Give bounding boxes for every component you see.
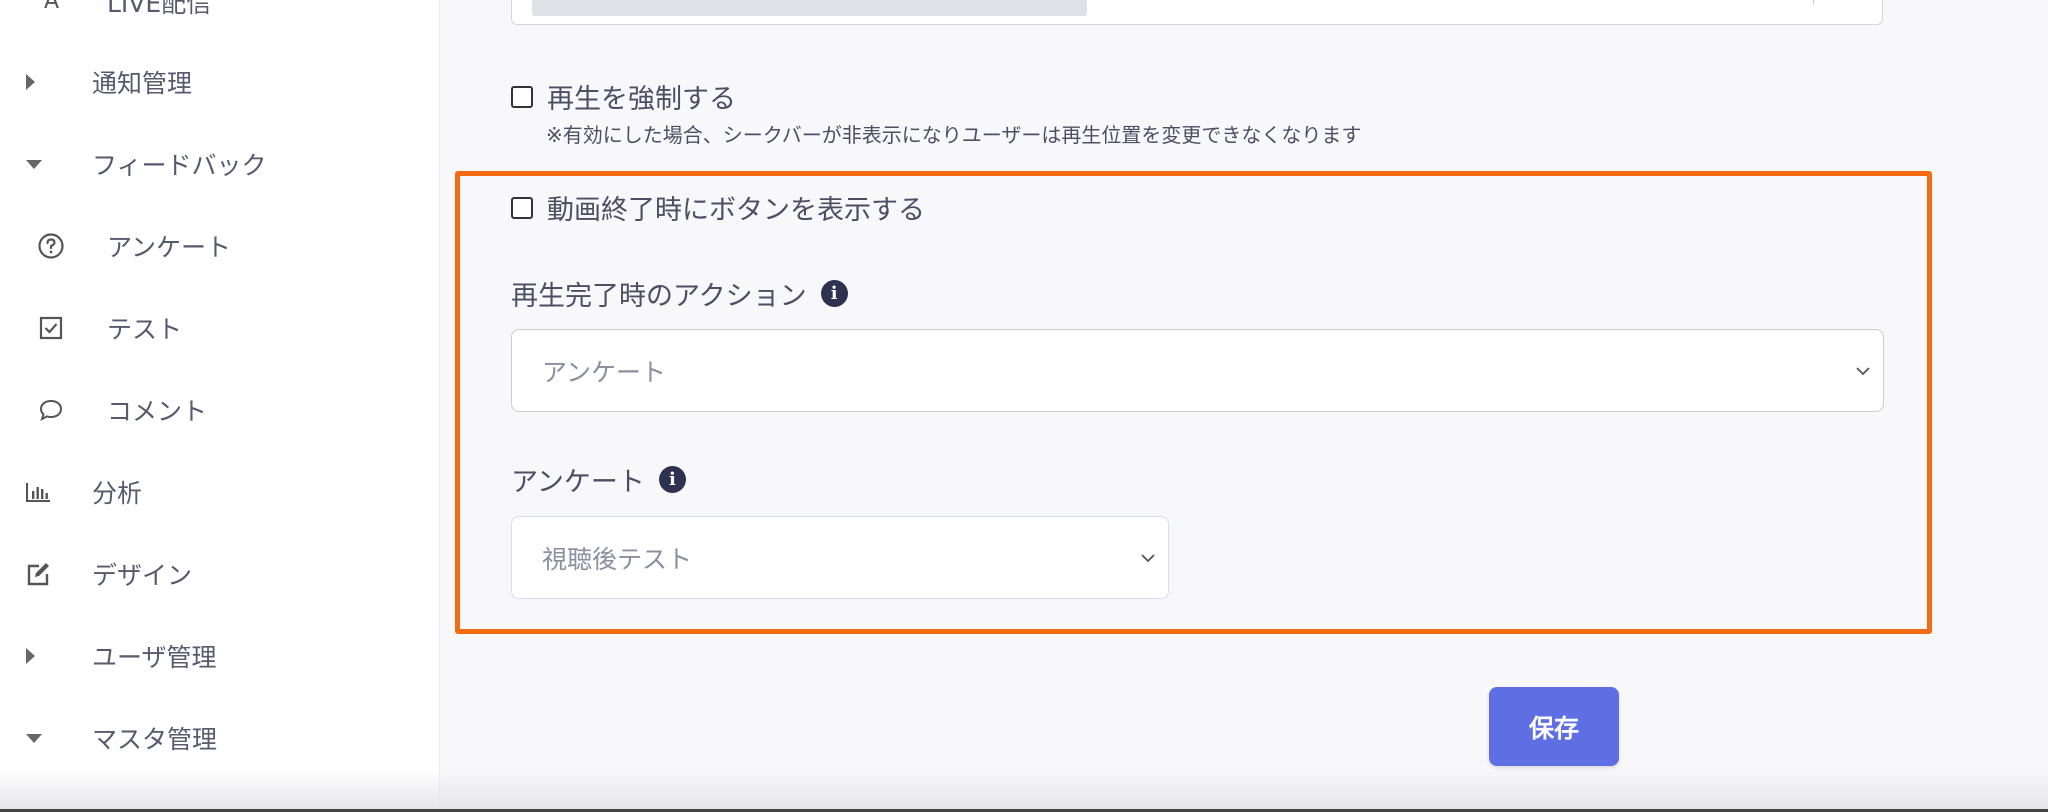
bar-chart-icon xyxy=(26,483,50,502)
caret-down-icon xyxy=(26,733,42,743)
completion-action-select[interactable]: アンケート xyxy=(511,329,1884,412)
sidebar-item-label: マスタ管理 xyxy=(92,725,218,754)
sidebar-item-label: LIVE配信 xyxy=(107,0,212,18)
sidebar-item-comment[interactable]: コメント xyxy=(0,380,440,440)
live-icon: A xyxy=(44,0,59,14)
force-playback-row: 再生を強制する xyxy=(511,77,736,116)
sidebar-item-label: 分析 xyxy=(92,479,143,508)
sidebar-item-label: ユーザ管理 xyxy=(92,643,217,672)
sidebar-item-test[interactable]: テスト xyxy=(0,298,440,358)
edit-icon xyxy=(27,563,49,586)
chevron-down-icon xyxy=(1141,553,1155,562)
force-playback-note: ※有効にした場合、シークバーが非表示になりユーザーは再生位置を変更できなくなりま… xyxy=(546,123,1362,147)
checkbox-icon xyxy=(39,316,63,340)
select-divider xyxy=(1813,0,1814,5)
show-button-row: 動画終了時にボタンを表示する xyxy=(511,188,925,227)
caret-right-icon xyxy=(26,648,35,664)
sidebar-item-notifications[interactable]: 通知管理 xyxy=(0,52,440,112)
caret-right-icon xyxy=(26,74,35,90)
force-playback-checkbox[interactable] xyxy=(511,85,533,108)
info-icon[interactable]: i xyxy=(658,466,686,493)
survey-value: 視聴後テスト xyxy=(542,544,693,574)
sidebar-item-label: コメント xyxy=(107,397,208,426)
sidebar-item-survey[interactable]: アンケート xyxy=(0,216,440,276)
comment-icon xyxy=(39,399,63,422)
sidebar-item-design[interactable]: デザイン xyxy=(0,544,440,604)
svg-text:A: A xyxy=(44,0,59,14)
sidebar-item-label: 通知管理 xyxy=(92,69,193,98)
question-circle-icon xyxy=(38,233,64,259)
sidebar-item-label: デザイン xyxy=(92,561,193,590)
sidebar-item-master[interactable]: マスタ管理 xyxy=(0,708,440,768)
sidebar-item-users[interactable]: ユーザ管理 xyxy=(0,626,440,686)
survey-label: アンケート xyxy=(511,467,645,498)
sidebar-item-live[interactable]: A LIVE配信 xyxy=(0,0,440,32)
chevron-down-icon xyxy=(1856,366,1870,375)
sidebar-item-feedback[interactable]: フィードバック xyxy=(0,134,440,194)
sidebar-item-label: アンケート xyxy=(107,233,232,262)
completion-action-label: 再生完了時のアクション xyxy=(511,281,807,312)
info-icon[interactable]: i xyxy=(820,280,848,307)
force-playback-label: 再生を強制する xyxy=(547,84,736,115)
sidebar-item-label: テスト xyxy=(107,315,183,344)
survey-label-row: アンケート i xyxy=(511,460,686,499)
caret-down-icon xyxy=(26,159,42,169)
save-button[interactable]: 保存 xyxy=(1489,687,1619,766)
sidebar-item-label: フィードバック xyxy=(92,151,267,180)
bottom-shadow xyxy=(0,770,2048,812)
show-button-checkbox[interactable] xyxy=(511,196,533,219)
completion-action-value: アンケート xyxy=(542,357,667,387)
completion-action-label-row: 再生完了時のアクション i xyxy=(511,274,848,313)
sidebar: A LIVE配信 通知管理 フィードバック アンケート テスト コメント 分析 … xyxy=(0,0,440,812)
survey-select[interactable]: 視聴後テスト xyxy=(511,516,1169,599)
previous-select-field[interactable] xyxy=(511,0,1883,25)
selected-chip xyxy=(532,0,1087,16)
show-button-label: 動画終了時にボタンを表示する xyxy=(547,195,925,226)
sidebar-item-analytics[interactable]: 分析 xyxy=(0,462,440,522)
